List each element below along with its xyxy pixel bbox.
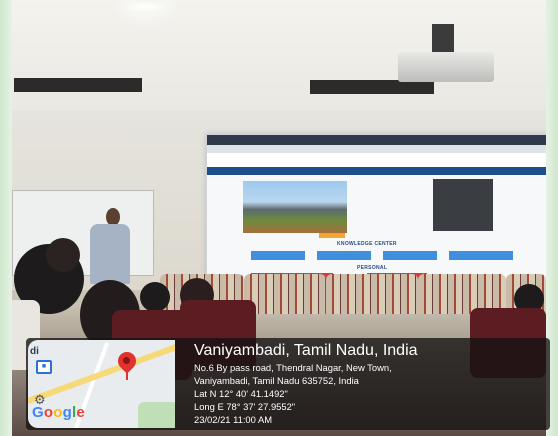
projected-nav-bar: [207, 167, 549, 175]
ceiling-light: [120, 0, 170, 14]
sofa: [326, 274, 418, 314]
projector: [398, 52, 494, 82]
projected-tile-button: [317, 251, 371, 260]
geotag-city: Vaniyambadi, Tamil Nadu, India: [194, 342, 418, 359]
geotag-longitude: Long E 78° 37' 27.9552": [194, 401, 296, 412]
projector-mount: [432, 24, 454, 54]
location-map: di ■ ⚙ Google: [28, 340, 175, 428]
geotag-latitude: Lat N 12° 40' 41.1492": [194, 388, 288, 399]
projected-site-header: [207, 153, 549, 168]
projected-campus-photo: [243, 181, 347, 233]
projection-screen: KNOWLEDGE CENTER PERSONAL: [206, 134, 550, 284]
projected-subsection-title: PERSONAL: [357, 265, 388, 271]
presenter-body: [90, 224, 130, 284]
sofa: [244, 274, 326, 314]
projected-section-title: KNOWLEDGE CENTER: [337, 241, 397, 247]
geotag-address-line1: No.6 By pass road, Thendral Nagar, New T…: [194, 362, 392, 373]
geotag-address-line2: Vaniyambadi, Tamil Nadu 635752, India: [194, 375, 359, 386]
projected-tile-button: [251, 251, 305, 260]
projected-tile-button: [449, 251, 513, 260]
map-park-area: [138, 402, 175, 428]
projected-tile-button: [383, 251, 437, 260]
google-logo: Google: [32, 404, 85, 421]
ceiling-vent: [310, 80, 434, 94]
transit-icon: ■: [36, 360, 52, 374]
left-border: [0, 0, 12, 436]
map-corner-label: di: [30, 346, 39, 357]
projected-highlight-tag: [319, 233, 345, 238]
geotag-datetime: 23/02/21 11:00 AM: [194, 414, 273, 425]
audience-head: [140, 282, 170, 312]
projected-taskbar: [207, 135, 549, 145]
location-pin-dot: [123, 357, 130, 364]
projected-address-bar: [207, 145, 549, 153]
ceiling-vent: [14, 78, 142, 92]
audience-head: [46, 238, 80, 272]
location-pin-tail: [126, 370, 128, 380]
projected-login-panel: [433, 179, 493, 231]
